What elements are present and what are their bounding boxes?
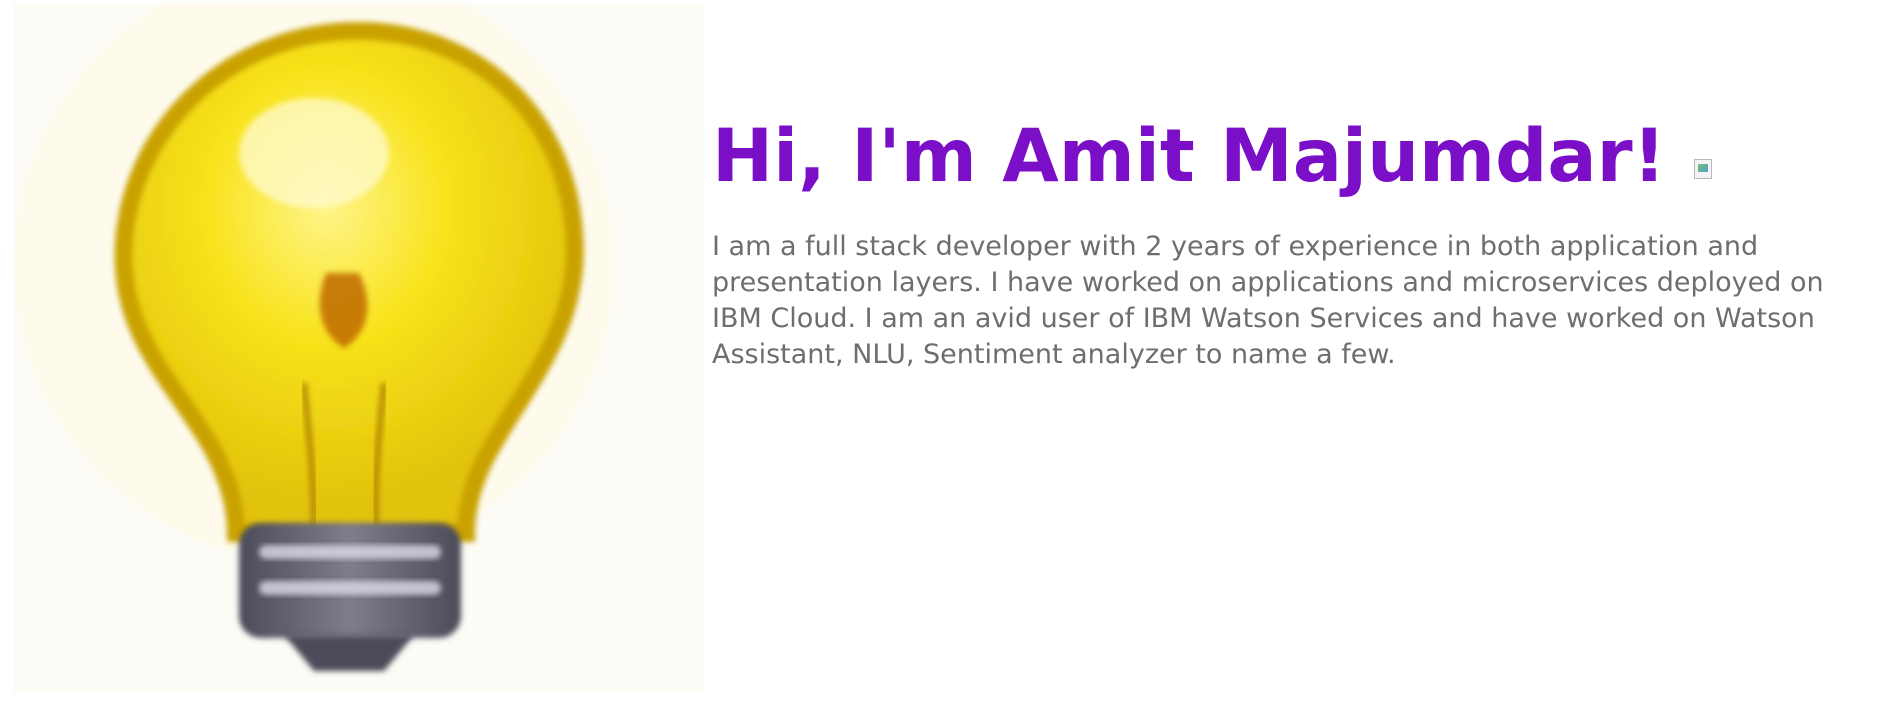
broken-image-icon [1693,159,1712,179]
lightbulb-image [14,3,704,693]
intro-section: Hi, I'm Amit Majumdar! I am a full stack… [712,113,1872,373]
page: Hi, I'm Amit Majumdar! I am a full stack… [0,0,1888,705]
heading-row: Hi, I'm Amit Majumdar! [712,113,1872,201]
bio-paragraph: I am a full stack developer with 2 years… [712,231,1824,370]
page-title: Hi, I'm Amit Majumdar! [712,114,1666,199]
lightbulb-icon [14,3,704,693]
